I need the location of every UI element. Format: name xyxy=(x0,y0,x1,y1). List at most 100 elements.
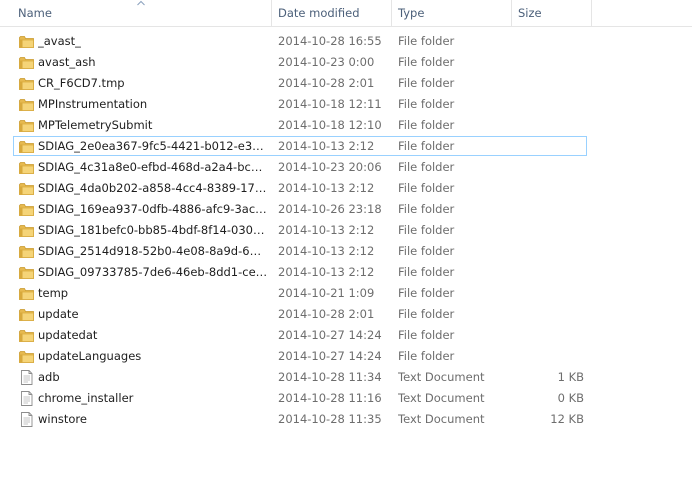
file-size xyxy=(514,283,584,304)
file-name[interactable]: SDIAG_2e0ea367-9fc5-4421-b012-e3d3bb... xyxy=(38,136,268,157)
file-name[interactable]: MPInstrumentation xyxy=(38,94,268,115)
file-row[interactable]: MPTelemetrySubmit 2014-10-18 12:10 File fo… xyxy=(0,115,692,136)
file-type: File folder xyxy=(398,328,455,342)
file-row[interactable]: MPInstrumentation 2014-10-18 12:11 File fo… xyxy=(0,94,692,115)
file-row[interactable]: update 2014-10-28 2:01 File folder xyxy=(0,304,692,325)
folder-icon xyxy=(18,117,35,134)
file-type: File folder xyxy=(398,265,455,279)
file-name[interactable]: winstore xyxy=(38,409,268,430)
file-row[interactable]: SDIAG_2514d918-52b0-4e08-8a9d-61277... 20… xyxy=(0,241,692,262)
file-row[interactable]: winstore 2014-10-28 11:35 Text Document 12 … xyxy=(0,409,692,430)
column-header-type-label: Type xyxy=(398,6,425,20)
file-date-modified: 2014-10-27 14:24 xyxy=(278,328,382,342)
file-type: File folder xyxy=(398,286,455,300)
folder-icon xyxy=(18,327,35,344)
file-name[interactable]: temp xyxy=(38,283,268,304)
file-row[interactable]: SDIAG_169ea937-0dfb-4886-afc9-3acad7... 2… xyxy=(0,199,692,220)
file-row[interactable]: temp 2014-10-21 1:09 File folder xyxy=(0,283,692,304)
folder-icon xyxy=(18,33,35,50)
file-size xyxy=(514,115,584,136)
file-size: 1 KB xyxy=(557,370,584,384)
file-name[interactable]: SDIAG_181befc0-bb85-4bdf-8f14-030ffb1... xyxy=(38,220,268,241)
file-type: File folder xyxy=(398,160,455,174)
file-row[interactable]: SDIAG_2e0ea367-9fc5-4421-b012-e3d3bb... 2… xyxy=(0,136,692,157)
column-header-size-label: Size xyxy=(518,6,542,20)
file-name[interactable]: updatedat xyxy=(38,325,268,346)
file-size xyxy=(514,199,584,220)
file-row[interactable]: chrome_installer 2014-10-28 11:16 Text Doc… xyxy=(0,388,692,409)
file-date-modified: 2014-10-28 11:34 xyxy=(278,370,382,384)
file-name[interactable]: SDIAG_4da0b202-a858-4cc4-8389-171335... xyxy=(38,178,268,199)
folder-icon xyxy=(18,54,35,71)
file-row[interactable]: SDIAG_4c31a8e0-efbd-468d-a2a4-bc92d4... 2… xyxy=(0,157,692,178)
file-type: File folder xyxy=(398,244,455,258)
column-divider[interactable] xyxy=(591,0,592,26)
file-name[interactable]: MPTelemetrySubmit xyxy=(38,115,268,136)
file-size xyxy=(514,346,584,367)
file-type: File folder xyxy=(398,181,455,195)
folder-icon xyxy=(18,222,35,239)
file-row[interactable]: avast_ash 2014-10-23 0:00 File folder xyxy=(0,52,692,73)
column-header-size[interactable]: Size xyxy=(512,0,591,26)
file-type: Text Document xyxy=(398,370,485,384)
folder-icon xyxy=(18,264,35,281)
file-name[interactable]: chrome_installer xyxy=(38,388,268,409)
file-name[interactable]: CR_F6CD7.tmp xyxy=(38,73,268,94)
file-size: 0 KB xyxy=(557,391,584,405)
file-row[interactable]: _avast_ 2014-10-28 16:55 File folder xyxy=(0,31,692,52)
file-size xyxy=(514,157,584,178)
folder-icon xyxy=(18,243,35,260)
folder-icon xyxy=(18,201,35,218)
folder-icon xyxy=(18,348,35,365)
file-size xyxy=(514,325,584,346)
folder-icon xyxy=(18,96,35,113)
file-size xyxy=(514,178,584,199)
file-name[interactable]: SDIAG_2514d918-52b0-4e08-8a9d-61277... xyxy=(38,241,268,262)
file-rows: _avast_ 2014-10-28 16:55 File folder avast_… xyxy=(0,31,692,430)
file-type: File folder xyxy=(398,76,455,90)
file-size xyxy=(514,52,584,73)
file-date-modified: 2014-10-23 0:00 xyxy=(278,55,375,69)
file-date-modified: 2014-10-13 2:12 xyxy=(278,244,375,258)
file-row[interactable]: SDIAG_4da0b202-a858-4cc4-8389-171335... 2… xyxy=(0,178,692,199)
file-row[interactable]: SDIAG_09733785-7de6-46eb-8dd1-ce80d... 20… xyxy=(0,262,692,283)
folder-icon xyxy=(18,285,35,302)
file-size xyxy=(514,94,584,115)
file-type: File folder xyxy=(398,349,455,363)
file-name[interactable]: _avast_ xyxy=(38,31,268,52)
column-header-type[interactable]: Type xyxy=(392,0,511,26)
folder-icon xyxy=(18,180,35,197)
file-name[interactable]: SDIAG_09733785-7de6-46eb-8dd1-ce80d... xyxy=(38,262,268,283)
file-type: File folder xyxy=(398,34,455,48)
file-type: File folder xyxy=(398,97,455,111)
file-size xyxy=(514,73,584,94)
file-size xyxy=(514,304,584,325)
file-row[interactable]: CR_F6CD7.tmp 2014-10-28 2:01 File folder xyxy=(0,73,692,94)
file-date-modified: 2014-10-13 2:12 xyxy=(278,139,375,153)
file-name[interactable]: SDIAG_4c31a8e0-efbd-468d-a2a4-bc92d4... xyxy=(38,157,268,178)
sort-up-arrow-icon xyxy=(137,0,145,6)
file-name[interactable]: avast_ash xyxy=(38,52,268,73)
column-header-bar: Name Date modified Type Size xyxy=(0,0,692,27)
file-row[interactable]: adb 2014-10-28 11:34 Text Document 1 KB xyxy=(0,367,692,388)
file-type: File folder xyxy=(398,202,455,216)
file-name[interactable]: update xyxy=(38,304,268,325)
file-type: File folder xyxy=(398,118,455,132)
file-type: Text Document xyxy=(398,391,485,405)
file-name[interactable]: updateLanguages xyxy=(38,346,268,367)
file-row[interactable]: SDIAG_181befc0-bb85-4bdf-8f14-030ffb1...… xyxy=(0,220,692,241)
folder-icon xyxy=(18,306,35,323)
file-row[interactable]: updateLanguages 2014-10-27 14:24 File fold… xyxy=(0,346,692,367)
file-size xyxy=(514,262,584,283)
folder-icon xyxy=(18,159,35,176)
file-date-modified: 2014-10-27 14:24 xyxy=(278,349,382,363)
file-name[interactable]: SDIAG_169ea937-0dfb-4886-afc9-3acad7... xyxy=(38,199,268,220)
file-date-modified: 2014-10-23 20:06 xyxy=(278,160,382,174)
file-name[interactable]: adb xyxy=(38,367,268,388)
file-list-view: Name Date modified Type Size _avast_ 2014… xyxy=(0,0,692,486)
file-row[interactable]: updatedat 2014-10-27 14:24 File folder xyxy=(0,325,692,346)
file-date-modified: 2014-10-28 11:16 xyxy=(278,391,382,405)
column-header-date[interactable]: Date modified xyxy=(272,0,391,26)
text-document-icon xyxy=(18,411,35,428)
file-type: Text Document xyxy=(398,412,485,426)
